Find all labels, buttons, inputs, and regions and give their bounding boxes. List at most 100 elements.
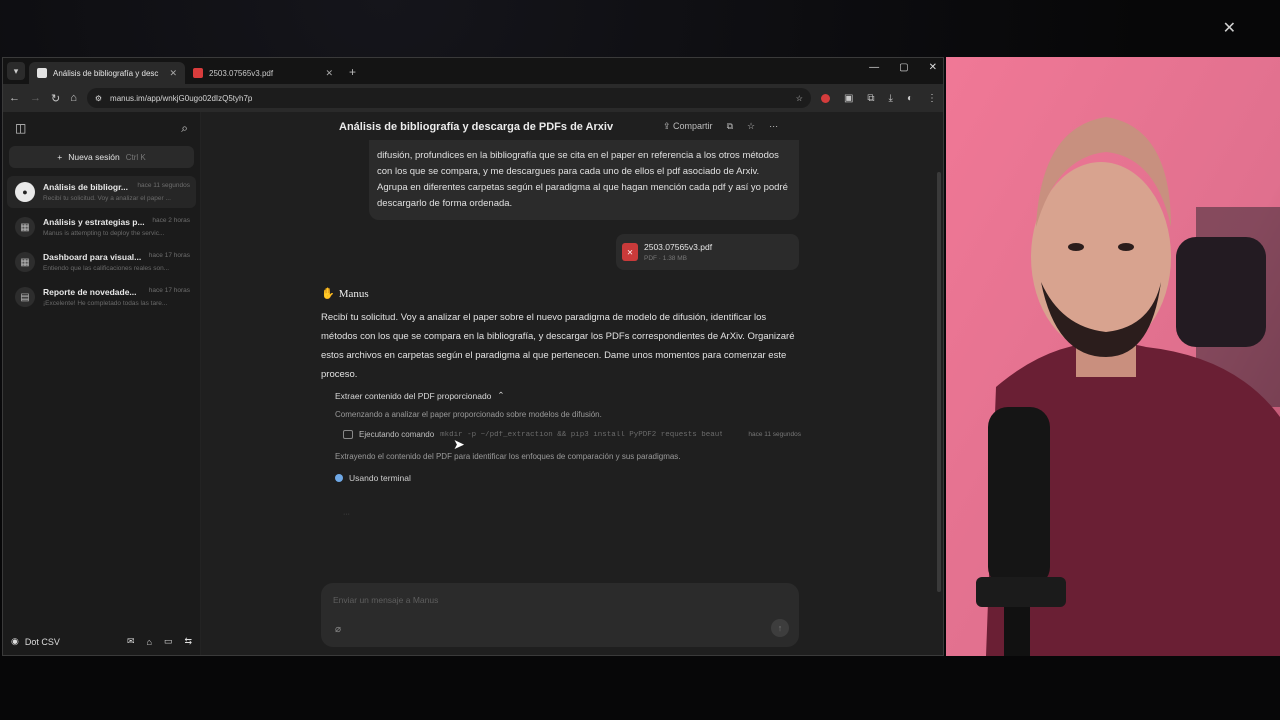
sidebar-item-session[interactable]: ▦ Análisis y estrategias p... hace 2 hora… — [7, 211, 196, 243]
session-time: hace 17 horas — [148, 252, 190, 259]
chat-actions: ⇪ Compartir ⧉ ☆ ⋯ — [663, 121, 778, 132]
tab-bar: ▾ Análisis de bibliografía y desc ✕ 2503… — [3, 58, 943, 84]
chat-title: Análisis de bibliografía y descarga de P… — [339, 121, 614, 133]
step-header[interactable]: Extraer contenido del PDF proporcionado … — [335, 390, 801, 401]
session-time: hace 2 horas — [152, 217, 190, 224]
book-icon[interactable]: ▭ — [164, 636, 173, 647]
home-icon[interactable]: ⌂ — [147, 637, 152, 647]
chevron-up-icon[interactable]: ⌃ — [497, 390, 504, 401]
sidebar-item-session[interactable]: ▤ Reporte de novedade... hace 17 horas ¡E… — [7, 281, 196, 313]
sidebar-item-session[interactable]: ● Análisis de bibliogr... hace 11 segundo… — [7, 176, 196, 208]
session-time: hace 17 horas — [148, 287, 190, 294]
command-row[interactable]: Ejecutando comando mkdir -p ~/pdf_extrac… — [343, 430, 801, 439]
sidebar-header: ◫ ⌕ — [3, 112, 200, 144]
site-info-icon[interactable]: ⚙ — [95, 94, 102, 103]
files-icon[interactable]: ⧉ — [727, 121, 733, 132]
url-text: manus.im/app/wnkjG0ugo02dIzQ5tyh7p — [110, 93, 253, 103]
message-composer[interactable]: Enviar un mensaje a Manus ⌀ ↑ — [321, 583, 799, 647]
new-session-shortcut: Ctrl K — [125, 152, 146, 162]
extension-record-icon[interactable] — [820, 93, 830, 103]
session-title: Análisis y estrategias p... — [43, 217, 145, 227]
session-preview: Manus is attempting to deploy the servic… — [43, 230, 165, 237]
attach-icon[interactable]: ⌀ — [335, 624, 341, 635]
pdf-file-icon: ⨯ — [622, 243, 638, 261]
session-title: Análisis de bibliogr... — [43, 182, 129, 192]
session-title: Dashboard para visual... — [43, 252, 142, 262]
presenter-video — [946, 57, 1280, 656]
manus-app: ◫ ⌕ + Nueva sesión Ctrl K ● Análisis de … — [3, 112, 943, 655]
chat-panel: Análisis de bibliografía y descarga de P… — [201, 112, 943, 655]
tab-manus[interactable]: Análisis de bibliografía y desc ✕ — [29, 62, 185, 84]
assistant-name: ✋ Manus — [321, 287, 369, 301]
search-icon[interactable]: ⌕ — [181, 121, 188, 136]
new-tab-button[interactable]: + — [349, 65, 356, 79]
manus-hand-icon: ✋ — [321, 288, 335, 300]
settings-sliders-icon[interactable]: ⇆ — [184, 636, 192, 647]
user-profile[interactable]: ◉ Dot CSV — [11, 636, 115, 647]
user-avatar-icon: ◉ — [11, 636, 19, 646]
step-title: Extraer contenido del PDF proporcionado — [335, 390, 492, 401]
pdf-favicon-icon — [193, 68, 203, 78]
overlay-close-icon[interactable]: ✕ — [1223, 18, 1236, 38]
reload-icon[interactable]: ↻ — [51, 92, 60, 105]
status-dot-icon — [335, 474, 343, 482]
attachment-card[interactable]: ⨯ 2503.07565v3.pdf PDF · 1.38 MB — [616, 234, 799, 270]
forward-icon[interactable]: → — [30, 92, 41, 104]
extensions-area: ▣ ⧉ ⤓ ◐ ⋮ — [820, 93, 937, 104]
minimize-icon[interactable]: — — [869, 62, 879, 73]
grid-icon: ▦ — [15, 252, 35, 272]
scrollbar[interactable] — [937, 172, 941, 592]
tool-status: Usando terminal — [335, 473, 801, 483]
extensions-puzzle-icon[interactable]: ⧉ — [867, 93, 874, 104]
extension-icon[interactable]: ▣ — [844, 93, 853, 104]
window-controls: — ▢ ✕ — [869, 62, 937, 73]
task-step: Extraer contenido del PDF proporcionado … — [335, 390, 801, 518]
webcam-feed — [946, 57, 1280, 656]
maximize-icon[interactable]: ▢ — [899, 62, 908, 73]
profile-icon[interactable]: ◐ — [907, 93, 913, 104]
tab-pdf[interactable]: 2503.07565v3.pdf ✕ — [185, 62, 341, 84]
back-icon[interactable]: ← — [9, 92, 20, 104]
browser-window: ▾ Análisis de bibliografía y desc ✕ 2503… — [2, 57, 944, 656]
grid-icon: ▦ — [15, 217, 35, 237]
bookmark-star-icon[interactable]: ☆ — [796, 94, 803, 103]
mail-icon[interactable]: ✉ — [127, 636, 135, 647]
favorite-star-icon[interactable]: ☆ — [747, 121, 755, 132]
more-icon[interactable]: ⋯ — [769, 121, 778, 132]
sidebar-footer: ◉ Dot CSV ✉ ⌂ ▭ ⇆ — [11, 636, 192, 647]
session-preview: ¡Excelente! He completado todas las tare… — [43, 300, 168, 307]
address-bar[interactable]: ⚙ manus.im/app/wnkjG0ugo02dIzQ5tyh7p ☆ — [86, 88, 811, 108]
browser-menu-icon[interactable]: ⋮ — [927, 93, 937, 104]
sidebar-toggle-icon[interactable]: ◫ — [15, 121, 26, 135]
terminal-icon — [343, 430, 353, 439]
status-label: Usando terminal — [349, 473, 411, 483]
new-session-button[interactable]: + Nueva sesión Ctrl K — [9, 146, 194, 168]
assistant-message: Recibí tu solicitud. Voy a analizar el p… — [321, 312, 795, 380]
close-window-icon[interactable]: ✕ — [929, 62, 937, 73]
manus-avatar-icon: ● — [15, 182, 35, 202]
attachment-name: 2503.07565v3.pdf — [644, 242, 713, 252]
plus-icon: + — [57, 152, 63, 162]
share-label: Compartir — [673, 121, 713, 131]
tab-close-icon[interactable]: ✕ — [325, 68, 333, 79]
download-icon[interactable]: ⤓ — [889, 93, 893, 104]
attachment-meta: PDF · 1.38 MB — [644, 255, 687, 262]
tab-close-icon[interactable]: ✕ — [169, 68, 177, 79]
loading-indicator-icon: ··· — [343, 511, 350, 518]
session-preview: Entiendo que las calificaciones reales s… — [43, 265, 170, 272]
share-button[interactable]: ⇪ Compartir — [663, 121, 713, 132]
command-time: hace 11 segundos — [748, 431, 801, 438]
tab-search-icon[interactable]: ▾ — [7, 62, 25, 80]
document-icon: ▤ — [15, 287, 35, 307]
tab-label: Análisis de bibliografía y desc — [53, 68, 159, 78]
screen: ✕ ▾ Análisis de bibliografía y desc ✕ 25… — [0, 0, 1280, 720]
send-button[interactable]: ↑ — [771, 619, 789, 637]
session-title: Reporte de novedade... — [43, 287, 137, 297]
command-label: Ejecutando comando — [359, 430, 435, 439]
browser-toolbar: ← → ↻ ⌂ ⚙ manus.im/app/wnkjG0ugo02dIzQ5t… — [3, 84, 943, 112]
step-description: Comenzando a analizar el paper proporcio… — [335, 410, 602, 419]
sidebar-item-session[interactable]: ▦ Dashboard para visual... hace 17 horas … — [7, 246, 196, 278]
mouse-cursor-icon: ➤ — [453, 436, 465, 452]
manus-favicon-icon — [37, 68, 47, 78]
home-icon[interactable]: ⌂ — [70, 92, 77, 104]
